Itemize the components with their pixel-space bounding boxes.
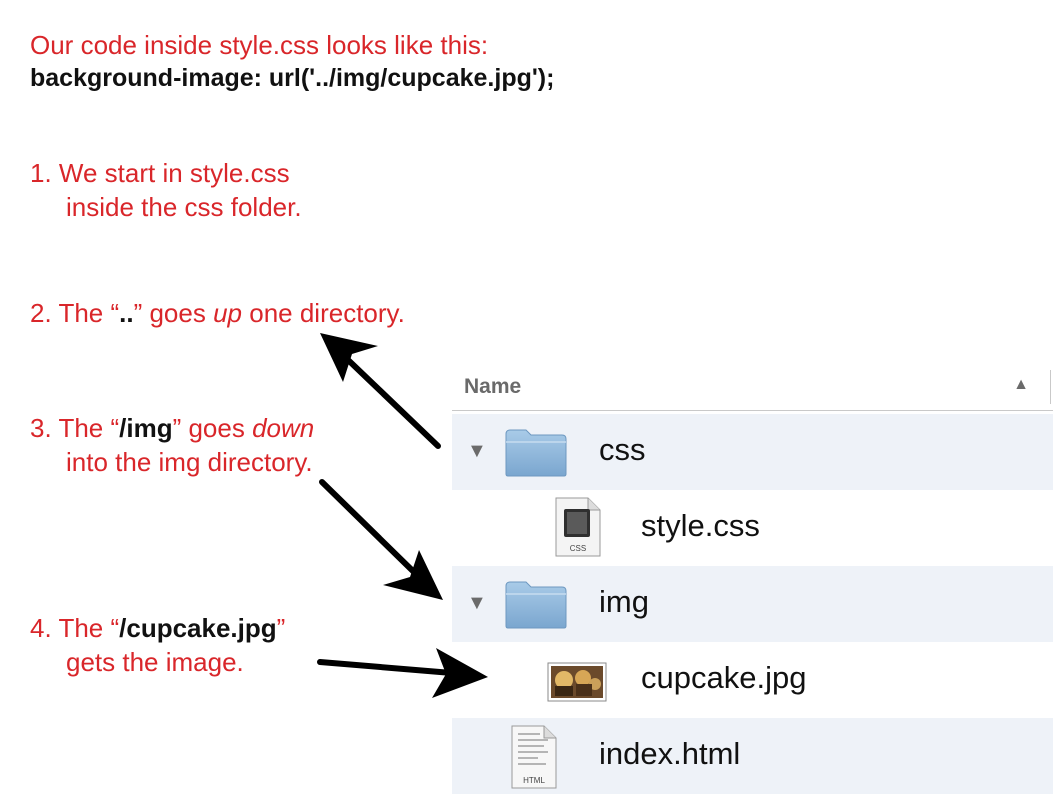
arrow-down [319,479,443,600]
arrow-right [317,648,488,698]
arrow-up [320,333,441,449]
arrows-overlay [317,333,488,698]
